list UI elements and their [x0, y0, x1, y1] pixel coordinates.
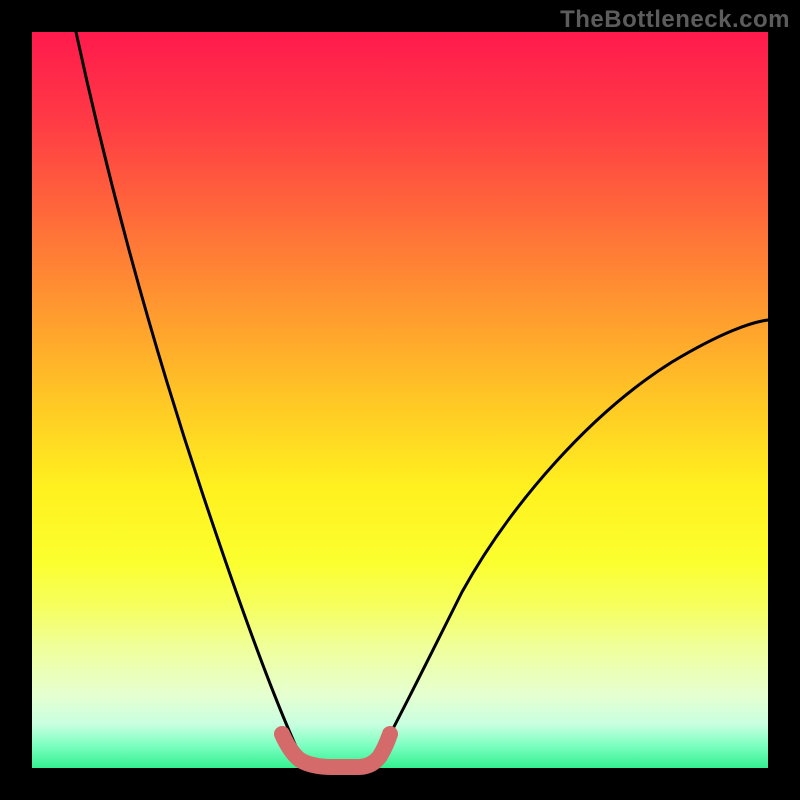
right-curve-path	[372, 320, 768, 768]
chart-curves-svg	[32, 32, 768, 768]
left-curve-path	[76, 32, 306, 768]
watermark-text: TheBottleneck.com	[560, 6, 790, 34]
outer-frame: TheBottleneck.com	[0, 0, 800, 800]
valley-marker-path	[282, 734, 390, 767]
